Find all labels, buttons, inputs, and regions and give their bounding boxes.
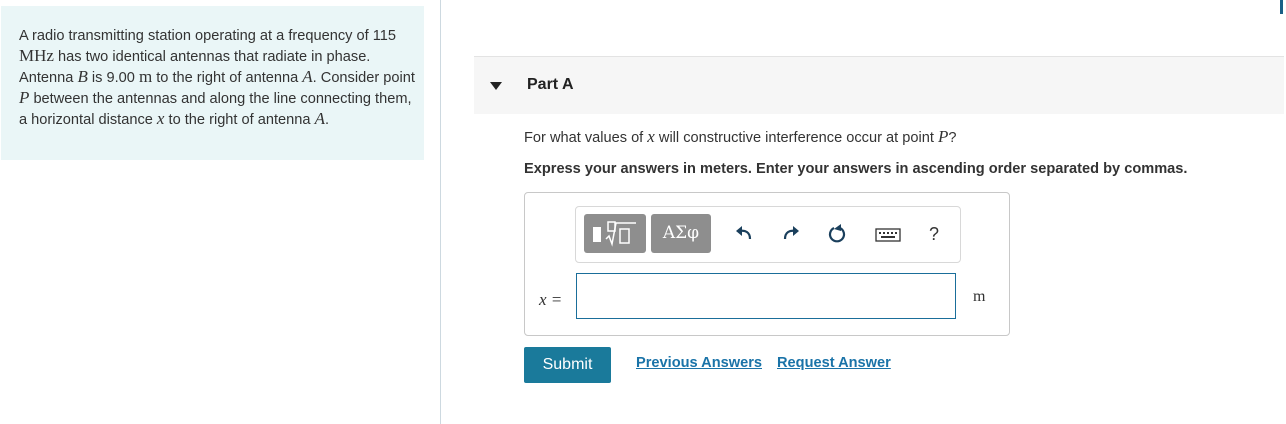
scroll-indicator (1280, 0, 1283, 14)
request-answer-link[interactable]: Request Answer (777, 355, 891, 371)
templates-icon[interactable] (584, 214, 646, 253)
greek-letters-icon[interactable]: ΑΣφ (651, 214, 711, 253)
reset-icon[interactable] (826, 221, 848, 247)
unit-label: m (973, 288, 986, 305)
previous-answers-link[interactable]: Previous Answers (636, 355, 762, 371)
help-icon[interactable]: ? (926, 221, 942, 247)
answer-instructions: Express your answers in meters. Enter yo… (524, 161, 1188, 177)
math-toolbar: ΑΣφ ? (575, 206, 961, 263)
part-title: Part A (527, 76, 574, 93)
variable-label: x = (539, 290, 563, 309)
collapse-triangle-icon[interactable] (490, 82, 502, 90)
answer-box: ΑΣφ ? x = m (524, 192, 1010, 336)
panel-divider (440, 0, 441, 424)
answer-input[interactable] (576, 273, 956, 319)
question-text: For what values of x will constructive i… (524, 127, 957, 146)
redo-icon[interactable] (780, 221, 802, 247)
problem-statement: A radio transmitting station operating a… (1, 6, 424, 160)
submit-button[interactable]: Submit (524, 347, 611, 383)
part-a-header[interactable]: Part A (474, 56, 1284, 114)
keyboard-icon[interactable] (874, 221, 902, 247)
problem-text: A radio transmitting station operating a… (19, 28, 415, 128)
undo-icon[interactable] (733, 221, 755, 247)
